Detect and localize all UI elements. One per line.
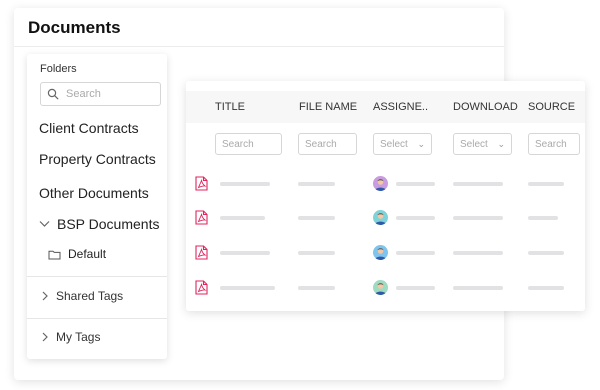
- placeholder-bar: [298, 182, 335, 186]
- placeholder-bar: [528, 251, 564, 255]
- column-header-source[interactable]: SOURCE: [528, 101, 575, 113]
- placeholder-bar: [528, 286, 564, 290]
- folder-default-label: Default: [68, 247, 107, 261]
- folder-search-box[interactable]: [40, 82, 161, 106]
- folder-icon: [48, 250, 61, 259]
- my-tags-toggle[interactable]: My Tags: [42, 330, 100, 344]
- placeholder-bar: [453, 216, 503, 220]
- avatar: [373, 245, 388, 260]
- shared-tags-label: Shared Tags: [56, 289, 124, 303]
- folder-property-contracts[interactable]: Property Contracts: [39, 151, 156, 167]
- column-header-assignee[interactable]: ASSIGNE..: [373, 101, 428, 113]
- search-icon: [47, 88, 59, 100]
- placeholder-bar: [298, 251, 335, 255]
- folders-label: Folders: [40, 63, 77, 75]
- folder-other-documents[interactable]: Other Documents: [39, 185, 149, 201]
- pdf-icon[interactable]: [195, 210, 208, 230]
- download-filter-select[interactable]: Select ⌄: [453, 133, 512, 155]
- source-filter-placeholder: Search: [535, 138, 567, 150]
- placeholder-bar: [396, 251, 435, 255]
- folder-bsp-documents[interactable]: BSP Documents: [39, 216, 159, 232]
- page-title: Documents: [28, 18, 121, 37]
- placeholder-bar: [220, 251, 270, 255]
- folder-bsp-documents-label: BSP Documents: [57, 216, 160, 232]
- my-tags-label: My Tags: [56, 330, 101, 344]
- sidebar-divider: [27, 276, 167, 277]
- placeholder-bar: [528, 182, 564, 186]
- chevron-right-icon: [42, 291, 48, 301]
- download-filter-placeholder: Select: [460, 138, 488, 150]
- sidebar-divider: [27, 318, 167, 319]
- placeholder-bar: [298, 286, 335, 290]
- file-name-filter-input[interactable]: Search: [298, 133, 357, 155]
- folder-default[interactable]: Default: [48, 247, 106, 261]
- placeholder-bar: [220, 182, 270, 186]
- column-header-file-name[interactable]: FILE NAME: [299, 101, 357, 113]
- chevron-down-icon: [39, 221, 50, 227]
- pdf-icon[interactable]: [195, 176, 208, 196]
- shared-tags-toggle[interactable]: Shared Tags: [42, 289, 123, 303]
- placeholder-bar: [396, 286, 435, 290]
- assignee-filter-placeholder: Select: [380, 138, 408, 150]
- folders-sidebar: Folders Client Contracts Property Contra…: [27, 54, 167, 359]
- title-divider: [14, 46, 504, 47]
- pdf-icon[interactable]: [195, 280, 208, 300]
- placeholder-bar: [453, 182, 503, 186]
- column-header-download[interactable]: DOWNLOAD: [453, 101, 518, 113]
- documents-table: TITLE FILE NAME ASSIGNE.. DOWNLOAD SOURC…: [186, 81, 585, 311]
- folder-search-input[interactable]: [64, 87, 148, 101]
- chevron-down-icon: ⌄: [417, 138, 425, 149]
- avatar: [373, 280, 388, 295]
- column-header-title[interactable]: TITLE: [215, 101, 245, 113]
- title-filter-input[interactable]: Search: [215, 133, 282, 155]
- chevron-right-icon: [42, 332, 48, 342]
- placeholder-bar: [396, 182, 435, 186]
- placeholder-bar: [453, 251, 503, 255]
- placeholder-bar: [396, 216, 435, 220]
- placeholder-bar: [453, 286, 503, 290]
- folder-client-contracts[interactable]: Client Contracts: [39, 120, 139, 136]
- avatar: [373, 210, 388, 225]
- placeholder-bar: [220, 216, 265, 220]
- assignee-filter-select[interactable]: Select ⌄: [373, 133, 432, 155]
- chevron-down-icon: ⌄: [497, 138, 505, 149]
- avatar: [373, 176, 388, 191]
- title-filter-placeholder: Search: [222, 138, 254, 150]
- placeholder-bar: [528, 216, 558, 220]
- file-name-filter-placeholder: Search: [305, 138, 337, 150]
- placeholder-bar: [298, 216, 335, 220]
- pdf-icon[interactable]: [195, 245, 208, 265]
- source-filter-input[interactable]: Search: [528, 133, 580, 155]
- placeholder-bar: [220, 286, 275, 290]
